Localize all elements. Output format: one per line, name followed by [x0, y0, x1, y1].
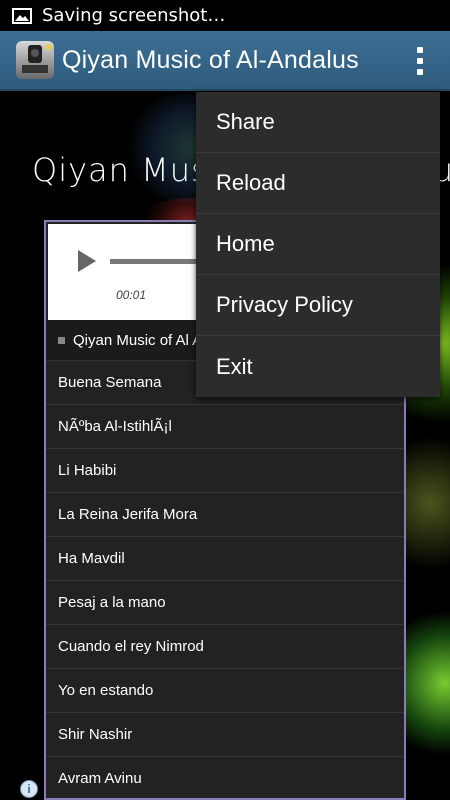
menu-item-home[interactable]: Home	[196, 214, 440, 275]
menu-item-exit[interactable]: Exit	[196, 336, 440, 397]
track-item[interactable]: Li Habibi	[46, 449, 404, 493]
menu-item-privacy-policy[interactable]: Privacy Policy	[196, 275, 440, 336]
firework-decoration	[400, 413, 450, 593]
play-icon[interactable]	[78, 250, 96, 272]
track-title: Avram Avinu	[58, 770, 142, 787]
track-item[interactable]: NÃºba Al-IstihlÃ¡l	[46, 405, 404, 449]
action-bar: Qiyan Music of Al-Andalus	[0, 31, 450, 91]
status-notification-text: Saving screenshot…	[42, 5, 226, 26]
app-logo-icon[interactable]	[16, 41, 54, 79]
track-title: Pesaj a la mano	[58, 594, 166, 611]
track-item[interactable]: La Reina Jerifa Mora	[46, 493, 404, 537]
menu-item-reload[interactable]: Reload	[196, 153, 440, 214]
image-icon	[12, 7, 32, 24]
overflow-menu: Share Reload Home Privacy Policy Exit	[196, 92, 440, 397]
track-title: Shir Nashir	[58, 726, 133, 743]
status-bar: Saving screenshot…	[0, 0, 450, 31]
menu-item-share[interactable]: Share	[196, 92, 440, 153]
track-title: Yo en estando	[58, 682, 154, 699]
playback-time: 00:01	[116, 288, 147, 302]
track-title: Li Habibi	[58, 462, 117, 479]
track-title: La Reina Jerifa Mora	[58, 506, 198, 523]
track-item[interactable]: Pesaj a la mano	[46, 581, 404, 625]
track-list: Buena Semana NÃºba Al-IstihlÃ¡l Li Habib…	[46, 361, 404, 798]
track-title: Cuando el rey Nimrod	[58, 638, 204, 655]
info-icon[interactable]: i	[20, 780, 38, 798]
track-title: NÃºba Al-IstihlÃ¡l	[58, 418, 172, 435]
track-item[interactable]: Cuando el rey Nimrod	[46, 625, 404, 669]
track-item[interactable]: Shir Nashir	[46, 713, 404, 757]
app-title: Qiyan Music of Al-Andalus	[62, 45, 359, 74]
bullet-icon	[58, 336, 65, 344]
track-title: Buena Semana	[58, 374, 162, 391]
track-item[interactable]: Ha Mavdil	[46, 537, 404, 581]
overflow-menu-icon[interactable]	[416, 47, 424, 77]
track-title: Ha Mavdil	[58, 550, 125, 567]
track-item[interactable]: Avram Avinu	[46, 757, 404, 798]
track-item[interactable]: Yo en estando	[46, 669, 404, 713]
